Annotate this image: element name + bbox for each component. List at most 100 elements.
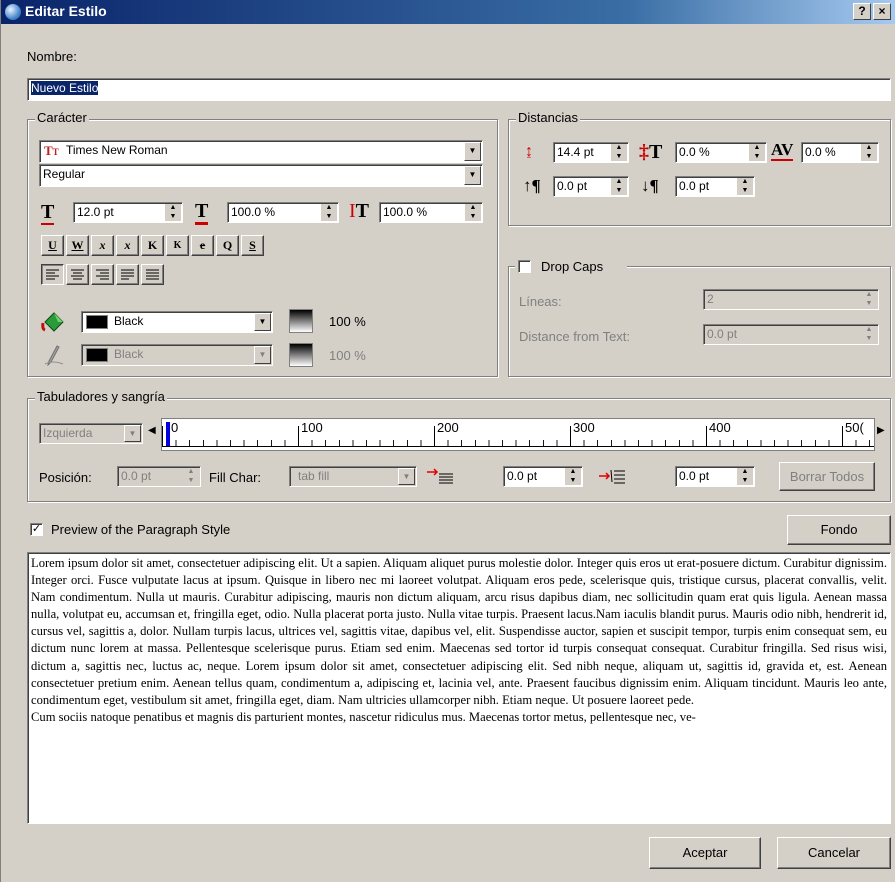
fill-color-swatch xyxy=(86,315,108,329)
first-indent-spinner[interactable]: ▲ ▼ xyxy=(565,468,581,485)
ruler-label-300: 300 xyxy=(573,420,595,435)
align-forced-icon xyxy=(146,269,159,280)
ruler-scroll-left-icon[interactable]: ◀ xyxy=(148,425,156,436)
small-caps-button[interactable]: K xyxy=(166,235,189,256)
tab-position-spinner[interactable]: ▲ ▼ xyxy=(183,468,199,485)
preview-checkbox[interactable]: ✓ xyxy=(30,523,43,536)
drop-caps-checkbox[interactable] xyxy=(518,260,531,273)
align-justify-icon xyxy=(121,269,134,280)
drop-caps-distance-value: 0.0 pt xyxy=(707,327,738,341)
chevron-down-icon[interactable]: ▼ xyxy=(124,425,141,442)
horizontal-scale-input[interactable]: 100.0 % ▲ ▼ xyxy=(227,202,339,223)
vertical-scale-input[interactable]: 100.0 % ▲ ▼ xyxy=(379,202,483,223)
align-center-button[interactable] xyxy=(66,264,89,285)
line-spacing-spinner[interactable]: ▲ ▼ xyxy=(611,144,627,161)
tab-position-input[interactable]: 0.0 pt ▲ ▼ xyxy=(117,466,201,487)
help-button[interactable]: ? xyxy=(853,3,871,20)
font-size-icon: T xyxy=(41,201,55,225)
space-before-spinner[interactable]: ▲ ▼ xyxy=(611,178,627,195)
title-bar[interactable]: Editar Estilo ? × xyxy=(1,0,895,24)
ruler-label-400: 400 xyxy=(709,420,731,435)
tab-ruler[interactable]: 0 100 200 300 400 50( xyxy=(161,418,875,451)
chevron-down-icon[interactable]: ▼ xyxy=(254,346,271,364)
preview-checkbox-label: Preview of the Paragraph Style xyxy=(51,522,231,537)
line-spacing-value: 14.4 pt xyxy=(557,145,594,159)
font-select-value: Times New Roman xyxy=(66,143,168,157)
font-size-input[interactable]: 12.0 pt ▲ ▼ xyxy=(73,202,183,223)
tab-position-label: Posición: xyxy=(39,470,92,485)
superscript-button[interactable]: x xyxy=(116,235,139,256)
font-select[interactable]: TT Times New Roman ▼ xyxy=(39,140,483,163)
align-forced-button[interactable] xyxy=(141,264,164,285)
line-spacing-input[interactable]: 14.4 pt ▲ ▼ xyxy=(553,142,629,163)
tabs-group-title: Tabuladores y sangría xyxy=(35,389,167,404)
spacing-group-title: Distancias xyxy=(516,110,580,125)
fill-char-label: Fill Char: xyxy=(209,470,262,485)
shadow-button[interactable]: S xyxy=(241,235,264,256)
space-after-input[interactable]: 0.0 pt ▲ ▼ xyxy=(675,176,755,197)
clear-all-tabs-button[interactable]: Borrar Todos xyxy=(779,462,875,491)
first-line-indent-icon xyxy=(427,468,453,484)
subscript-button[interactable]: x xyxy=(91,235,114,256)
outline-button[interactable]: Q xyxy=(216,235,239,256)
chevron-down-icon[interactable]: ▼ xyxy=(464,142,481,161)
stroke-pen-icon xyxy=(44,345,64,366)
chevron-down-icon[interactable]: ▼ xyxy=(398,468,415,485)
all-caps-button[interactable]: K xyxy=(141,235,164,256)
name-input[interactable]: Nuevo Estilo xyxy=(27,78,891,101)
space-after-icon: ↓¶ xyxy=(641,176,659,195)
align-center-icon xyxy=(71,269,84,280)
space-before-input[interactable]: 0.0 pt ▲ ▼ xyxy=(553,176,629,197)
drop-caps-lines-label: Líneas: xyxy=(519,294,562,309)
drop-caps-lines-input[interactable]: 2 ▲ ▼ xyxy=(703,289,879,310)
fill-char-select[interactable]: tab fill ▼ xyxy=(289,466,417,487)
baseline-offset-value: 0.0 % xyxy=(679,145,710,159)
stroke-shade-value: 100 % xyxy=(329,348,366,363)
vertical-scale-value: 100.0 % xyxy=(383,205,428,219)
drop-caps-distance-spinner[interactable]: ▲ ▼ xyxy=(861,326,877,343)
tracking-spinner[interactable]: ▲ ▼ xyxy=(861,144,877,161)
right-indent-spinner[interactable]: ▲ ▼ xyxy=(737,468,753,485)
style-select[interactable]: Regular ▼ xyxy=(39,164,483,187)
accept-button[interactable]: Aceptar xyxy=(649,837,761,869)
stroke-color-select[interactable]: Black ▼ xyxy=(81,344,273,366)
fill-color-select[interactable]: Black ▼ xyxy=(81,311,273,333)
chevron-down-icon[interactable]: ▼ xyxy=(464,166,481,185)
drop-caps-lines-spinner[interactable]: ▲ ▼ xyxy=(861,291,877,308)
align-justify-button[interactable] xyxy=(116,264,139,285)
strikethrough-button[interactable]: e xyxy=(191,235,214,256)
edit-style-dialog: Editar Estilo ? × Nombre: Nuevo Estilo C… xyxy=(0,0,895,882)
preview-paragraph-1: Lorem ipsum dolor sit amet, consectetuer… xyxy=(31,556,887,707)
baseline-offset-icon: ‡T xyxy=(639,141,663,163)
horizontal-scale-spinner[interactable]: ▲ ▼ xyxy=(321,204,337,221)
ruler-label-100: 100 xyxy=(301,420,323,435)
first-indent-input[interactable]: 0.0 pt ▲ ▼ xyxy=(503,466,583,487)
right-indent-input[interactable]: 0.0 pt ▲ ▼ xyxy=(675,466,755,487)
vertical-scale-spinner[interactable]: ▲ ▼ xyxy=(465,204,481,221)
chevron-down-icon[interactable]: ▼ xyxy=(254,313,271,331)
drop-caps-distance-input[interactable]: 0.0 pt ▲ ▼ xyxy=(703,324,879,345)
baseline-offset-spinner[interactable]: ▲ ▼ xyxy=(749,144,765,161)
close-button[interactable]: × xyxy=(873,3,891,20)
font-size-spinner[interactable]: ▲ ▼ xyxy=(165,204,181,221)
background-button[interactable]: Fondo xyxy=(787,515,891,545)
underline-words-button[interactable]: W xyxy=(66,235,89,256)
baseline-offset-input[interactable]: 0.0 % ▲ ▼ xyxy=(675,142,767,163)
align-left-button[interactable] xyxy=(41,264,64,285)
tracking-input[interactable]: 0.0 % ▲ ▼ xyxy=(801,142,879,163)
space-after-spinner[interactable]: ▲ ▼ xyxy=(737,178,753,195)
space-after-value: 0.0 pt xyxy=(679,179,710,193)
window-title: Editar Estilo xyxy=(25,3,107,19)
character-group-title: Carácter xyxy=(35,110,89,125)
tab-alignment-select[interactable]: Izquierda ▼ xyxy=(39,423,143,444)
ruler-label-500: 50( xyxy=(845,420,864,435)
underline-button[interactable]: U xyxy=(41,235,64,256)
cancel-button[interactable]: Cancelar xyxy=(777,837,891,869)
fill-bucket-icon xyxy=(41,312,64,332)
vertical-scale-icon: IT xyxy=(349,200,370,222)
fill-char-value: tab fill xyxy=(298,469,330,483)
align-right-button[interactable] xyxy=(91,264,114,285)
stroke-color-swatch xyxy=(86,348,108,362)
ruler-scroll-right-icon[interactable]: ▶ xyxy=(877,425,885,436)
paragraph-preview: Lorem ipsum dolor sit amet, consectetuer… xyxy=(27,552,891,824)
